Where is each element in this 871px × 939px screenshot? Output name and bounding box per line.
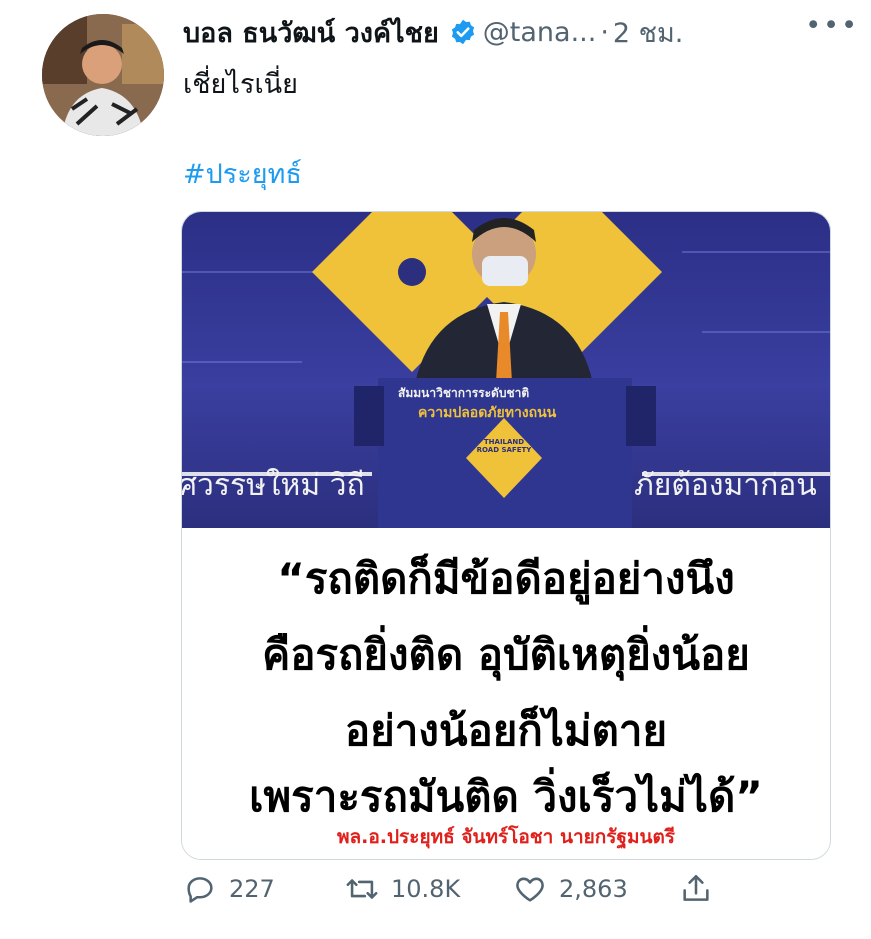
author-name[interactable]: บอล ธนวัฒน์ วงค์ไชย bbox=[183, 11, 439, 54]
quote-caption: พล.อ.ประยุทธ์ จันทร์โอชา นายกรัฐมนตรี bbox=[336, 826, 676, 848]
quote-card: “รถติดก็มีข้อดีอยู่อย่างนึง คือรถยิ่งติด… bbox=[182, 528, 830, 859]
photo-banner-right: ภัยต้องมาก่อน bbox=[634, 468, 817, 503]
retweet-icon bbox=[346, 879, 378, 899]
verified-badge-icon bbox=[449, 18, 477, 46]
avatar[interactable] bbox=[42, 14, 164, 136]
separator-dot: · bbox=[600, 16, 609, 48]
photo-banner-left: ศวรรษใหม่ วิถี bbox=[182, 468, 365, 503]
quote-line-3: อย่างน้อยก็ไม่ตาย bbox=[344, 706, 668, 755]
author-handle[interactable]: @tana... bbox=[483, 17, 597, 48]
hashtag-link[interactable]: #ประยุทธ์ bbox=[183, 152, 302, 195]
like-button[interactable]: 2,863 bbox=[513, 872, 628, 906]
podium-title: สัมมนาวิชาการระดับชาติ bbox=[398, 386, 530, 400]
heart-icon bbox=[516, 877, 544, 902]
retweet-button[interactable]: 10.8K bbox=[345, 872, 460, 906]
speaker-photo: สัมมนาวิชาการระดับชาติ ความปลอดภัยทางถนน… bbox=[182, 212, 830, 528]
tweet-media[interactable]: สัมมนาวิชาการระดับชาติ ความปลอดภัยทางถนน… bbox=[181, 211, 831, 860]
reply-button[interactable]: 227 bbox=[183, 872, 275, 906]
share-button[interactable] bbox=[679, 872, 713, 906]
quote-line-1: “รถติดก็มีข้อดีอยู่อย่างนึง bbox=[277, 554, 735, 603]
retweet-count: 10.8K bbox=[391, 875, 461, 903]
podium-sign: THAILAND ROAD SAFETY bbox=[476, 438, 532, 454]
podium-subtitle: ความปลอดภัยทางถนน bbox=[418, 405, 557, 421]
reply-icon bbox=[187, 877, 213, 903]
quote-line-4: เพราะรถมันติด วิ่งเร็วไม่ได้” bbox=[249, 772, 763, 821]
reply-count: 227 bbox=[229, 875, 275, 903]
like-count: 2,863 bbox=[559, 875, 628, 903]
tweet-actions: 227 10.8K 2,863 bbox=[183, 872, 743, 922]
tweet-timestamp[interactable]: 2 ชม. bbox=[613, 11, 683, 54]
avatar-image bbox=[42, 14, 164, 136]
quote-line-2: คือรถยิ่งติด อุบัติเหตุยิ่งน้อย bbox=[262, 630, 750, 679]
tweet-header: บอล ธนวัฒน์ วงค์ไชย @tana... · 2 ชม. bbox=[183, 10, 851, 54]
more-options-icon[interactable]: ••• bbox=[805, 10, 859, 41]
tweet-text: เชี่ยไรเนี่ย bbox=[183, 69, 298, 100]
share-icon bbox=[683, 874, 709, 901]
